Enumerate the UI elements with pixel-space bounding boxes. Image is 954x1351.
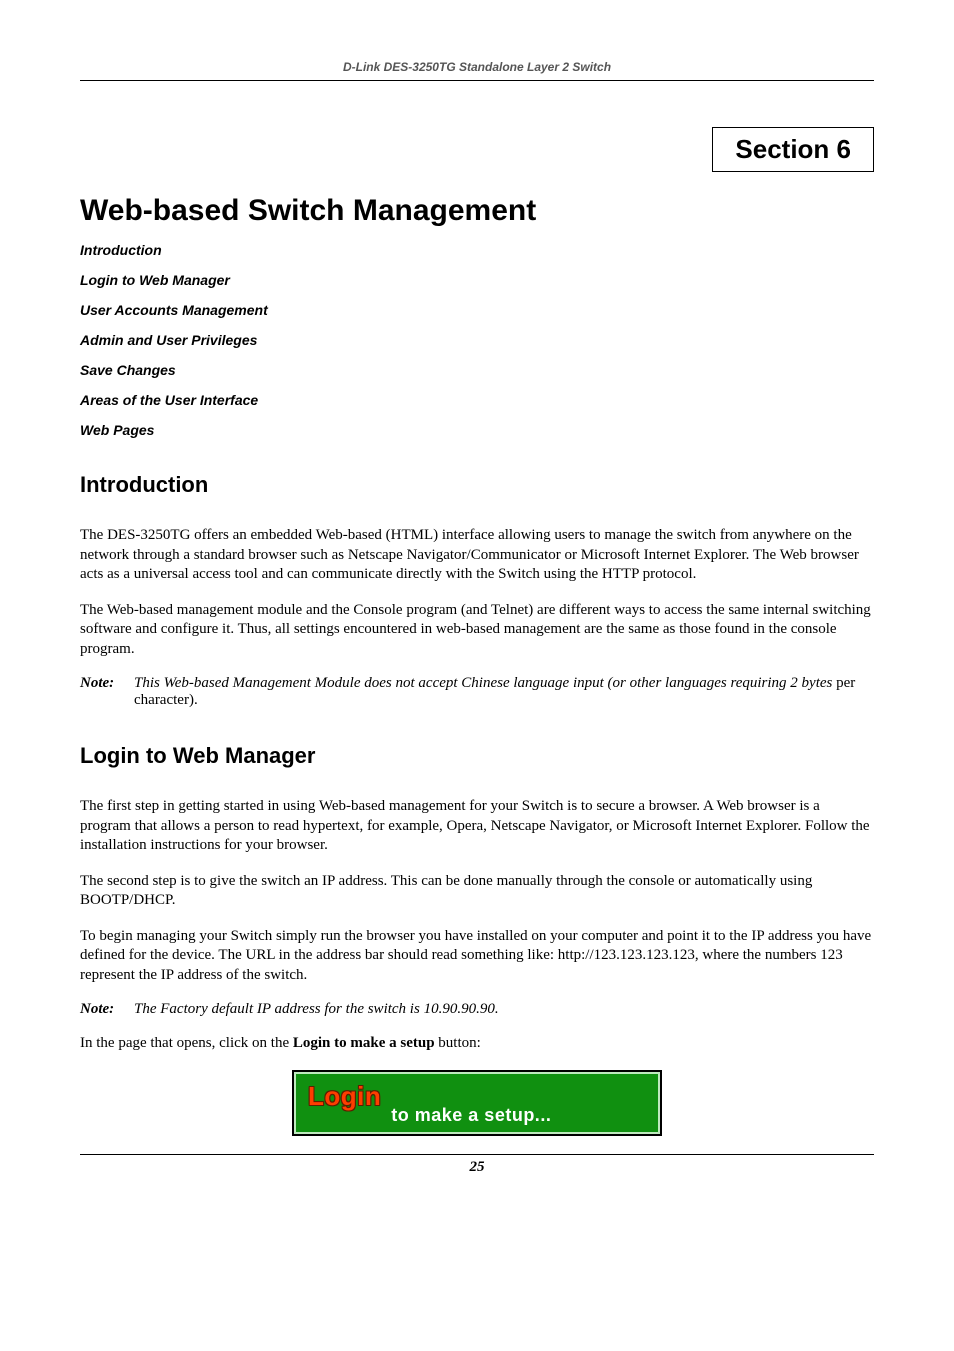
- section-heading-introduction: Introduction: [80, 472, 874, 498]
- text-span: button:: [435, 1035, 481, 1051]
- page-number: 25: [470, 1159, 485, 1175]
- note: Note: The Factory default IP address for…: [80, 1001, 874, 1018]
- text-span: In the page that opens, click on the: [80, 1035, 293, 1051]
- note-label: Note:: [80, 1001, 134, 1018]
- note: Note: This Web-based Management Module d…: [80, 675, 874, 709]
- login-word: Login: [308, 1081, 381, 1112]
- toc-item: User Accounts Management: [80, 302, 874, 318]
- paragraph: The first step in getting started in usi…: [80, 797, 874, 856]
- note-italic-text: This Web-based Management Module does no…: [134, 675, 836, 691]
- paragraph: In the page that opens, click on the Log…: [80, 1034, 874, 1054]
- paragraph: The second step is to give the switch an…: [80, 872, 874, 911]
- toc-item: Login to Web Manager: [80, 272, 874, 288]
- paragraph: The Web-based management module and the …: [80, 601, 874, 660]
- running-header: D-Link DES-3250TG Standalone Layer 2 Swi…: [80, 60, 874, 81]
- paragraph: The DES-3250TG offers an embedded Web-ba…: [80, 526, 874, 585]
- note-text: The Factory default IP address for the s…: [134, 1001, 874, 1018]
- toc-item: Web Pages: [80, 422, 874, 438]
- paragraph: To begin managing your Switch simply run…: [80, 927, 874, 986]
- note-text: This Web-based Management Module does no…: [134, 675, 874, 709]
- toc-item: Introduction: [80, 242, 874, 258]
- chapter-title: Web-based Switch Management: [80, 194, 874, 228]
- note-label: Note:: [80, 675, 134, 709]
- note-italic-text: The Factory default IP address for the s…: [134, 1001, 499, 1017]
- bold-span: Login to make a setup: [293, 1035, 435, 1051]
- page-footer: 25: [80, 1154, 874, 1176]
- page: D-Link DES-3250TG Standalone Layer 2 Swi…: [0, 0, 954, 1351]
- toc-list: Introduction Login to Web Manager User A…: [80, 242, 874, 438]
- toc-item: Areas of the User Interface: [80, 392, 874, 408]
- login-rest-text: to make a setup...: [391, 1105, 551, 1126]
- section-number-box: Section 6: [712, 127, 874, 172]
- login-button-figure: Login to make a setup...: [292, 1070, 662, 1136]
- toc-item: Admin and User Privileges: [80, 332, 874, 348]
- section-heading-login: Login to Web Manager: [80, 743, 874, 769]
- toc-item: Save Changes: [80, 362, 874, 378]
